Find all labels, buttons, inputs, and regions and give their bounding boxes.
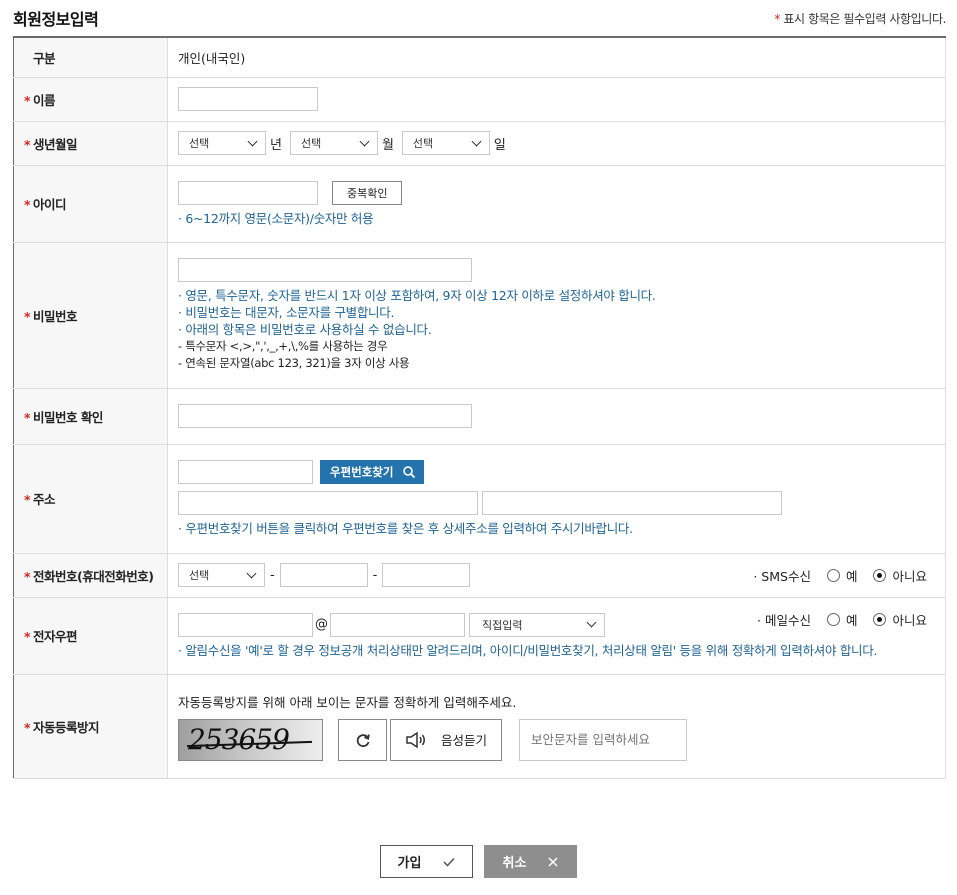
email-domain-select[interactable]: 직접입력 (468, 612, 605, 637)
phone-dash-2: - (372, 567, 378, 583)
phone-last-input[interactable] (382, 563, 471, 587)
row-phone: * 전화번호(휴대전화번호) 선택 - - · SMS수신 예 아니요 (13, 553, 946, 598)
required-note: * 표시 항목은 필수입력 사항입니다. (774, 10, 946, 27)
close-icon (548, 856, 558, 867)
mail-yes-radio[interactable] (826, 612, 840, 626)
address-input-2[interactable] (481, 491, 782, 515)
type-value: 개인(내국인) (167, 37, 946, 78)
check-icon (443, 857, 456, 867)
join-button[interactable]: 가입 (380, 845, 473, 878)
captcha-input[interactable] (519, 718, 687, 761)
captcha-refresh-button[interactable] (338, 718, 387, 761)
month-unit: 월 (381, 137, 394, 153)
duplicate-check-button[interactable]: 중복확인 (331, 180, 403, 205)
label-birth: * 생년월일 (13, 121, 168, 166)
refresh-icon (356, 733, 370, 747)
search-icon (403, 466, 416, 479)
row-userid: * 아이디 중복확인 · 6~12까지 영문(소문자)/숫자만 허용 (13, 165, 946, 243)
email-local-input[interactable] (178, 612, 313, 637)
required-note-text: 표시 항목은 필수입력 사항입니다. (783, 12, 946, 26)
label-userid: * 아이디 (13, 165, 168, 243)
row-password: * 비밀번호 · 영문, 특수문자, 숫자를 반드시 1자 이상 포함하여, 9자… (13, 242, 946, 389)
zipcode-search-button[interactable]: 우편번호찾기 (319, 460, 425, 484)
userid-input[interactable] (178, 180, 318, 205)
row-name: * 이름 (13, 77, 946, 122)
email-at: @ (315, 617, 328, 632)
chevron-down-icon (359, 136, 370, 146)
row-captcha: * 자동등록방지 자동등록방지를 위해 아래 보이는 문자를 정확하게 입력해주세… (13, 674, 946, 779)
label-name: * 이름 (13, 77, 168, 122)
row-birth: * 생년월일 선택 년 선택 월 선택 일 (13, 121, 946, 166)
password-restriction-2: - 연속된 문자열(abc 123, 321)을 3자 이상 사용 (178, 356, 410, 370)
phone-prefix-select[interactable]: 선택 (178, 563, 265, 587)
cancel-button[interactable]: 취소 (484, 845, 577, 878)
sms-yes-label: 예 (845, 568, 858, 584)
page-title: 회원정보입력 (13, 10, 99, 29)
address-input-1[interactable] (178, 491, 478, 515)
chevron-down-icon (247, 136, 258, 146)
birth-day-select[interactable]: 선택 (401, 131, 490, 155)
birth-year-select[interactable]: 선택 (178, 131, 266, 155)
chevron-down-icon (471, 136, 482, 146)
form-actions: 가입 취소 (0, 845, 957, 878)
phone-mid-input[interactable] (279, 563, 368, 587)
sms-no-label: 아니요 (892, 568, 927, 584)
year-unit: 년 (270, 137, 282, 153)
sms-no-radio[interactable] (873, 568, 887, 582)
row-password-confirm: * 비밀번호 확인 (13, 388, 946, 445)
row-type: 구분 개인(내국인) (13, 37, 946, 78)
chevron-down-icon (586, 617, 597, 628)
email-help: · 알림수신을 '예'로 할 경우 정보공개 처리상태만 알려드리며, 아이디/… (178, 642, 878, 658)
password-help-2: · 비밀번호는 대문자, 소문자를 구별합니다. (178, 305, 395, 320)
captcha-audio-button[interactable]: 음성듣기 (390, 718, 502, 761)
mail-no-radio[interactable] (873, 612, 887, 626)
password-confirm-input[interactable] (178, 404, 472, 428)
row-email: * 전자우편 @ 직접입력 · 알림수신을 '예'로 할 경우 정보공개 처리상태… (13, 597, 946, 675)
sms-label: · SMS수신 (753, 568, 811, 584)
birth-month-select[interactable]: 선택 (289, 131, 378, 155)
email-domain-input[interactable] (330, 612, 465, 637)
chevron-down-icon (246, 568, 257, 578)
password-input[interactable] (178, 258, 472, 282)
label-password: * 비밀번호 (13, 242, 168, 389)
label-email: * 전자우편 (13, 597, 168, 675)
row-address: * 주소 우편번호찾기 · 우편번호찾기 버튼을 클릭하여 우편번호를 찾은 후 … (13, 444, 946, 554)
captcha-image: 253659 (178, 718, 323, 761)
mail-label: · 메일수신 (757, 612, 811, 628)
sms-yes-radio[interactable] (826, 568, 840, 582)
label-type: 구분 (13, 37, 168, 78)
mail-option: · 메일수신 예 아니요 (757, 610, 927, 629)
address-help: · 우편번호찾기 버튼을 클릭하여 우편번호를 찾은 후 상세주소를 입력하여 … (178, 521, 633, 536)
password-restriction-1: - 특수문자 <,>,",',_,+,\,%를 사용하는 경우 (178, 339, 388, 353)
mail-yes-label: 예 (845, 612, 858, 628)
label-address: * 주소 (13, 444, 168, 554)
label-captcha: * 자동등록방지 (13, 674, 168, 779)
label-password-confirm: * 비밀번호 확인 (13, 388, 168, 445)
userid-help: · 6~12까지 영문(소문자)/숫자만 허용 (178, 210, 374, 226)
speaker-icon (406, 731, 425, 748)
phone-dash-1: - (269, 567, 275, 583)
name-input[interactable] (178, 87, 318, 111)
required-mark: * (774, 12, 780, 26)
captcha-instruction: 자동등록방지를 위해 아래 보이는 문자를 정확하게 입력해주세요. (178, 694, 517, 710)
sms-option: · SMS수신 예 아니요 (753, 566, 927, 585)
label-phone: * 전화번호(휴대전화번호) (13, 553, 168, 598)
mail-no-label: 아니요 (892, 612, 927, 628)
password-help-3: · 아래의 항목은 비밀번호로 사용하실 수 없습니다. (178, 322, 432, 337)
zipcode-input[interactable] (178, 460, 313, 484)
day-unit: 일 (493, 137, 506, 153)
password-help-1: · 영문, 특수문자, 숫자를 반드시 1자 이상 포함하여, 9자 이상 12… (178, 288, 656, 303)
member-info-form: 구분 개인(내국인) * 이름 * 생년월일 선택 년 선택 월 선택 일 * 아이디 중복… (13, 36, 946, 779)
